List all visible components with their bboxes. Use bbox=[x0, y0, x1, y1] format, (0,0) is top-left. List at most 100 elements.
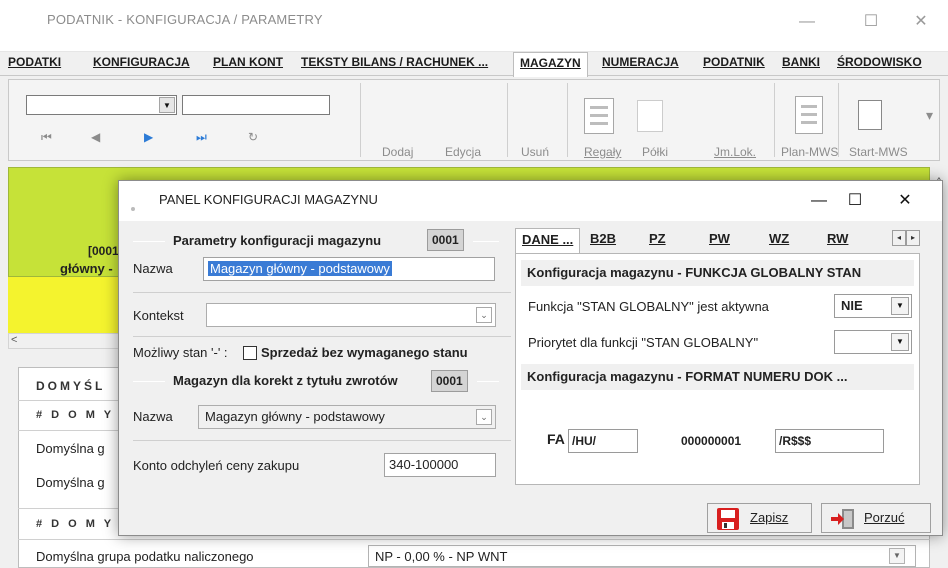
maximize-button[interactable]: ☐ bbox=[848, 6, 894, 38]
vat-group-select[interactable]: NP - 0,00 % - NP WNT ▼ bbox=[368, 545, 916, 567]
negative-stock-label: Możliwy stan '-' : bbox=[133, 345, 228, 360]
tab-b2b[interactable]: B2B bbox=[590, 231, 616, 246]
toolbar-separator bbox=[507, 83, 508, 157]
toolbar-separator bbox=[774, 83, 775, 157]
save-button-label: Zapisz bbox=[750, 510, 789, 525]
tab-podatnik[interactable]: PODATNIK bbox=[703, 55, 765, 69]
racks-button[interactable]: Regały bbox=[584, 145, 621, 159]
defaults-subsection-title: # D O M Y Ś bbox=[36, 409, 131, 421]
divider bbox=[18, 508, 122, 509]
tab-magazyn[interactable]: MAGAZYN bbox=[513, 52, 588, 77]
defaults-section-title: DOMYŚL bbox=[36, 379, 106, 393]
tab-pz[interactable]: PZ bbox=[649, 231, 666, 246]
dialog-close-button[interactable]: ✕ bbox=[882, 185, 928, 217]
negative-stock-checkbox[interactable] bbox=[243, 346, 257, 360]
refresh-icon[interactable]: ↻ bbox=[248, 130, 258, 144]
main-titlebar: PODATNIK - KONFIGURACJA / PARAMETRY — ☐ … bbox=[0, 0, 948, 52]
minimize-button[interactable]: — bbox=[784, 6, 830, 38]
doc-format-header: Konfiguracja magazynu - FORMAT NUMERU DO… bbox=[521, 364, 914, 390]
doc-format-suffix-value: /R$$$ bbox=[779, 434, 812, 448]
global-stock-active-label: Funkcja "STAN GLOBALNY" jest aktywna bbox=[528, 299, 769, 314]
chevron-down-icon[interactable]: ▼ bbox=[891, 297, 909, 315]
warehouse-name-input[interactable]: Magazyn główny - podstawowy bbox=[203, 257, 495, 281]
divider bbox=[133, 440, 511, 441]
returns-warehouse-value: Magazyn główny - podstawowy bbox=[205, 409, 385, 424]
group-line bbox=[473, 241, 499, 242]
tab-banki[interactable]: BANKI bbox=[782, 55, 820, 69]
add-button[interactable]: Dodaj bbox=[382, 145, 413, 159]
next-record-icon[interactable]: ▶ bbox=[144, 130, 153, 144]
tab-konfiguracja[interactable]: KONFIGURACJA bbox=[93, 55, 190, 69]
chevron-down-icon[interactable]: ▼ bbox=[891, 333, 909, 351]
exit-icon bbox=[831, 509, 854, 529]
cancel-button-label: Porzuć bbox=[864, 510, 905, 525]
main-tab-bar: PODATKI KONFIGURACJA PLAN KONT TEKSTY BI… bbox=[0, 52, 948, 77]
tab-plan-kont[interactable]: PLAN KONT bbox=[213, 55, 283, 69]
context-select[interactable]: ⌄ bbox=[206, 303, 496, 327]
toolbar-separator bbox=[567, 83, 568, 157]
warehouse-name-value: Magazyn główny - podstawowy bbox=[208, 261, 392, 276]
warehouse-config-dialog: PANEL KONFIGURACJI MAGAZYNU — ☐ ✕ Parame… bbox=[118, 180, 943, 536]
doc-format-part1-input[interactable]: /HU/ bbox=[568, 429, 638, 453]
tab-podatki[interactable]: PODATKI bbox=[8, 55, 61, 69]
shelves-icon bbox=[637, 100, 663, 132]
close-button[interactable]: ✕ bbox=[898, 6, 944, 38]
returns-group-title: Magazyn dla korekt z tytułu zwrotów bbox=[171, 373, 400, 388]
returns-warehouse-select[interactable]: Magazyn główny - podstawowy ⌄ bbox=[198, 405, 496, 429]
edit-button[interactable]: Edycja bbox=[445, 145, 481, 159]
tab-teksty[interactable]: TEKSTY BILANS / RACHUNEK ... bbox=[301, 55, 488, 69]
plan-mws-button[interactable]: Plan-MWS bbox=[781, 145, 838, 159]
chevron-down-icon[interactable]: ▼ bbox=[889, 548, 905, 564]
dialog-maximize-button[interactable]: ☐ bbox=[832, 185, 878, 217]
jm-lok-button[interactable]: Jm.Lok. bbox=[714, 145, 756, 159]
tab-dane[interactable]: DANE ... bbox=[515, 228, 581, 254]
shelves-button[interactable]: Półki bbox=[642, 145, 668, 159]
doc-format-suffix-input[interactable]: /R$$$ bbox=[775, 429, 884, 453]
tab-numeracja[interactable]: NUMERACJA bbox=[602, 55, 679, 69]
start-mws-button[interactable]: Start-MWS bbox=[849, 145, 908, 159]
warehouse-code: [0001 bbox=[88, 244, 119, 258]
params-code: 0001 bbox=[427, 229, 464, 251]
doc-format-prefix: FA bbox=[547, 431, 565, 447]
dialog-title: PANEL KONFIGURACJI MAGAZYNU bbox=[159, 192, 378, 207]
toolbar-separator bbox=[360, 83, 361, 157]
dialog-titlebar: PANEL KONFIGURACJI MAGAZYNU — ☐ ✕ bbox=[119, 181, 942, 221]
delete-button[interactable]: Usuń bbox=[521, 145, 549, 159]
tab-wz[interactable]: WZ bbox=[769, 231, 789, 246]
returns-code: 0001 bbox=[431, 370, 468, 392]
global-stock-priority-select[interactable]: ▼ bbox=[834, 330, 912, 354]
doc-format-number: 000000001 bbox=[681, 434, 742, 448]
chevron-down-icon[interactable]: ⌄ bbox=[476, 409, 492, 425]
divider bbox=[18, 539, 930, 540]
racks-icon bbox=[584, 98, 614, 134]
first-record-icon[interactable]: ⏮ bbox=[41, 130, 52, 145]
tab-srodowisko[interactable]: ŚRODOWISKO bbox=[837, 55, 922, 69]
tab-scroll-right-icon[interactable]: ▸ bbox=[906, 230, 920, 246]
toolbar-separator bbox=[838, 83, 839, 157]
app-icon bbox=[131, 207, 135, 211]
save-button[interactable]: Zapisz bbox=[707, 503, 812, 533]
tab-page-dane: Konfiguracja magazynu - FUNKCJA GLOBALNY… bbox=[515, 253, 920, 485]
global-stock-active-value: NIE bbox=[841, 298, 863, 313]
returns-name-label: Nazwa bbox=[133, 409, 173, 424]
defaults-subsection-title-2: # D O M Y Ś bbox=[36, 518, 131, 530]
tab-pw[interactable]: PW bbox=[709, 231, 730, 246]
record-search-input[interactable] bbox=[182, 95, 330, 115]
chevron-down-icon[interactable]: ▼ bbox=[159, 97, 175, 113]
divider bbox=[18, 400, 122, 401]
price-deviation-input[interactable]: 340-100000 bbox=[384, 453, 496, 477]
cancel-button[interactable]: Porzuć bbox=[821, 503, 931, 533]
record-combo[interactable]: ▼ bbox=[26, 95, 177, 115]
name-label: Nazwa bbox=[133, 261, 173, 276]
chevron-down-icon[interactable]: ⌄ bbox=[476, 307, 492, 323]
group-line bbox=[133, 241, 165, 242]
toolbar-more-icon[interactable]: ▾ bbox=[926, 107, 933, 124]
save-icon bbox=[717, 508, 739, 530]
last-record-icon[interactable]: ⏭ bbox=[196, 130, 207, 145]
defaults-row-2: Domyślna g bbox=[36, 475, 105, 490]
tab-scroll-left-icon[interactable]: ◂ bbox=[892, 230, 906, 246]
prev-record-icon[interactable]: ◀ bbox=[91, 130, 100, 144]
divider bbox=[133, 292, 511, 293]
global-stock-active-select[interactable]: NIE ▼ bbox=[834, 294, 912, 318]
tab-rw[interactable]: RW bbox=[827, 231, 848, 246]
